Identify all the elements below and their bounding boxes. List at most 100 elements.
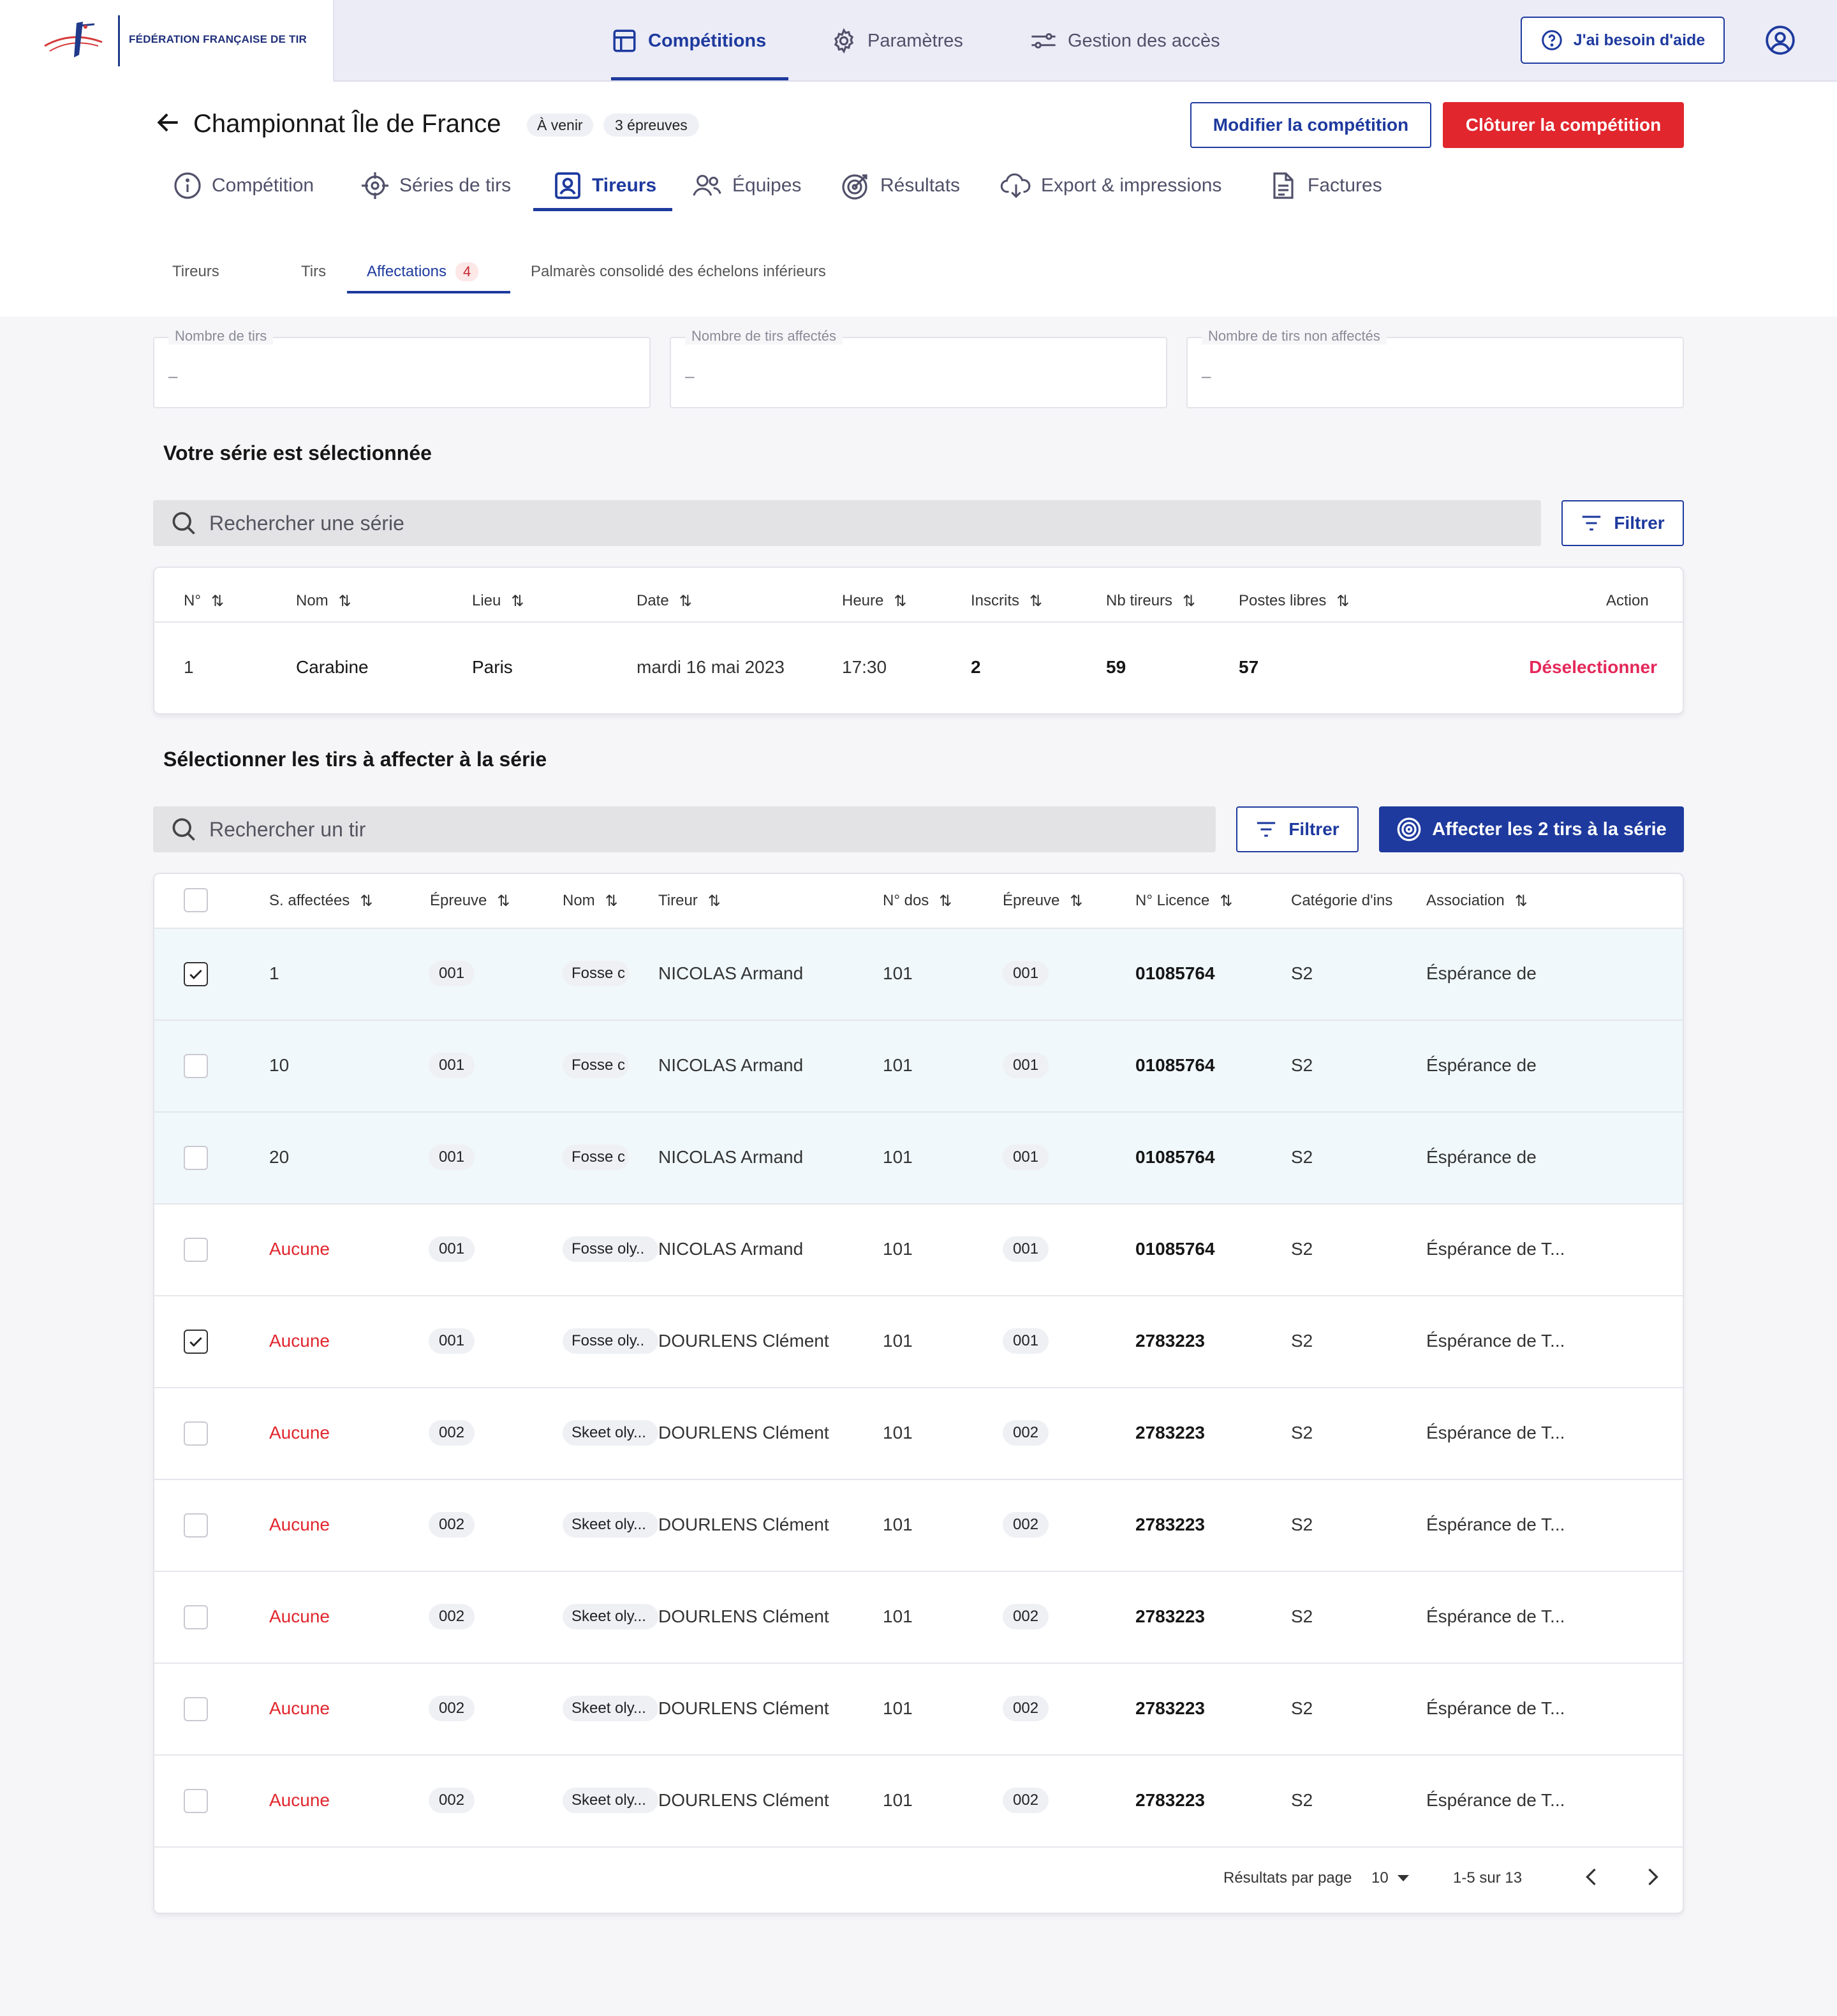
- series-filter-button[interactable]: Filtrer: [1561, 500, 1684, 546]
- kpi-value: –: [168, 366, 178, 385]
- assign-tirs-button[interactable]: Affecter les 2 tirs à la série: [1379, 806, 1684, 852]
- chevron-right-icon[interactable]: [1641, 1865, 1664, 1888]
- col-header-categorie[interactable]: Catégorie d'ins: [1291, 887, 1397, 915]
- row-checkbox[interactable]: [184, 1330, 208, 1354]
- topnav-active-indicator: [611, 77, 788, 80]
- brand-logo[interactable]: FÉDÉRATION FRANÇAISE DE TIR: [0, 0, 334, 82]
- table-row[interactable]: Aucune 001 Fosse oly.. NICOLAS Armand 101 001…: [154, 1203, 1683, 1295]
- cell-categorie: S2: [1291, 963, 1313, 983]
- col-label: N°: [184, 592, 201, 609]
- row-checkbox[interactable]: [184, 962, 208, 986]
- col-header-heure[interactable]: Heure ⇅: [842, 587, 906, 615]
- col-header-date[interactable]: Date ⇅: [637, 587, 692, 615]
- sort-icon: ⇅: [894, 592, 907, 610]
- col-header-licence[interactable]: N° Licence ⇅: [1135, 887, 1232, 915]
- col-header-nom[interactable]: Nom ⇅: [563, 887, 618, 915]
- subtab-palmares[interactable]: Palmarès consolidé des échelons inférieu…: [531, 253, 826, 291]
- table-row[interactable]: 20 001 Fosse c NICOLAS Armand 101 001 01085764…: [154, 1111, 1683, 1203]
- help-button[interactable]: J'ai besoin d'aide: [1521, 17, 1725, 64]
- cell-nb-tireurs: 59: [1106, 657, 1126, 677]
- col-header-numero[interactable]: N° ⇅: [184, 587, 224, 615]
- modify-competition-button[interactable]: Modifier la compétition: [1190, 102, 1431, 148]
- epreuve-badge: 002: [429, 1604, 475, 1629]
- col-header-tireur[interactable]: Tireur ⇅: [658, 887, 721, 915]
- col-header-nom[interactable]: Nom ⇅: [296, 587, 351, 615]
- table-row[interactable]: Aucune 002 Skeet oly... DOURLENS Clément 101…: [154, 1663, 1683, 1754]
- row-checkbox[interactable]: [184, 1605, 208, 1629]
- tab-series-de-tirs[interactable]: Séries de tirs: [360, 159, 511, 212]
- chevron-left-icon[interactable]: [1581, 1865, 1604, 1888]
- cell-n-dos: 101: [883, 1147, 913, 1167]
- tab-equipes[interactable]: Équipes: [691, 159, 801, 212]
- col-label: Épreuve: [430, 892, 487, 909]
- col-header-n-dos[interactable]: N° dos ⇅: [883, 887, 952, 915]
- per-page-select[interactable]: 10: [1371, 1869, 1410, 1887]
- tirs-search-input[interactable]: Rechercher un tir: [153, 806, 1216, 852]
- col-header-s-affectees[interactable]: S. affectées ⇅: [269, 887, 373, 915]
- tirs-filter-button[interactable]: Filtrer: [1236, 806, 1359, 852]
- row-checkbox[interactable]: [184, 1054, 208, 1078]
- subtab-tireurs[interactable]: Tireurs: [172, 253, 219, 291]
- table-row[interactable]: Aucune 002 Skeet oly... DOURLENS Clément 101…: [154, 1387, 1683, 1479]
- cell-association: Éspérance de T...: [1426, 1515, 1565, 1534]
- col-label: S. affectées: [269, 892, 350, 909]
- kpi-value: –: [685, 366, 695, 385]
- tab-factures[interactable]: Factures: [1268, 159, 1382, 212]
- row-checkbox[interactable]: [184, 1697, 208, 1721]
- row-checkbox[interactable]: [184, 1238, 208, 1262]
- document-icon: [1273, 172, 1294, 199]
- row-checkbox[interactable]: [184, 1513, 208, 1538]
- tab-competition[interactable]: Compétition: [172, 159, 314, 212]
- epreuve-name-badge: Skeet oly...: [563, 1604, 658, 1629]
- col-header-postes-libres[interactable]: Postes libres ⇅: [1239, 587, 1350, 615]
- close-competition-button[interactable]: Clôturer la compétition: [1443, 102, 1684, 148]
- series-search-input[interactable]: Rechercher une série: [153, 500, 1541, 546]
- sort-icon: ⇅: [707, 892, 721, 910]
- table-row[interactable]: Aucune 001 Fosse oly.. DOURLENS Clément 101 0…: [154, 1295, 1683, 1387]
- user-badge-icon: [555, 172, 580, 199]
- col-label: Date: [637, 592, 669, 609]
- epreuve-badge: 002: [429, 1788, 475, 1813]
- logo-separator: [118, 15, 120, 66]
- cell-n-dos: 101: [883, 1055, 913, 1075]
- row-checkbox[interactable]: [184, 1789, 208, 1813]
- user-account-icon[interactable]: [1764, 24, 1796, 56]
- topnav-competitions[interactable]: Compétitions: [611, 0, 766, 82]
- sort-icon: ⇅: [605, 892, 618, 910]
- table-row[interactable]: 1 001 Fosse c NICOLAS Armand 101 001 01085764 S…: [154, 928, 1683, 1019]
- tab-export-impressions[interactable]: Export & impressions: [1000, 159, 1221, 212]
- col-label: Postes libres: [1239, 592, 1327, 609]
- subtab-affectations[interactable]: Affectations 4: [367, 253, 479, 291]
- col-header-epreuve[interactable]: Épreuve ⇅: [430, 887, 510, 915]
- cell-association: Éspérance de T...: [1426, 1606, 1565, 1626]
- table-row[interactable]: Aucune 002 Skeet oly... DOURLENS Clément 101…: [154, 1479, 1683, 1571]
- table-row[interactable]: Aucune 002 Skeet oly... DOURLENS Clément 101…: [154, 1754, 1683, 1846]
- col-header-inscrits[interactable]: Inscrits ⇅: [971, 587, 1042, 615]
- col-header-lieu[interactable]: Lieu ⇅: [472, 587, 524, 615]
- col-header-association[interactable]: Association ⇅: [1426, 887, 1528, 915]
- tab-label: Export & impressions: [1041, 175, 1222, 196]
- tab-tireurs[interactable]: Tireurs: [552, 159, 656, 212]
- col-header-nb-tireurs[interactable]: Nb tireurs ⇅: [1106, 587, 1195, 615]
- subtab-tirs[interactable]: Tirs: [301, 253, 326, 291]
- col-header-epreuve-2[interactable]: Épreuve ⇅: [1003, 887, 1083, 915]
- gear-icon: [834, 28, 854, 54]
- selected-series-title: Votre série est sélectionnée: [163, 441, 432, 464]
- tab-label: Équipes: [732, 175, 802, 196]
- table-row[interactable]: Aucune 002 Skeet oly... DOURLENS Clément 101…: [154, 1571, 1683, 1663]
- table-row[interactable]: 10 001 Fosse c NICOLAS Armand 101 001 01085764…: [154, 1019, 1683, 1111]
- sort-icon: ⇅: [497, 892, 510, 910]
- selected-series-table: N° ⇅ Nom ⇅ Lieu ⇅ Date ⇅ Heure ⇅ Inscrits ⇅ Nb…: [153, 567, 1684, 715]
- deselect-series-link[interactable]: Déselectionner: [1529, 657, 1657, 678]
- cell-licence: 01085764: [1135, 1239, 1215, 1259]
- cell-licence: 2783223: [1135, 1423, 1206, 1442]
- row-checkbox[interactable]: [184, 1421, 208, 1446]
- row-checkbox[interactable]: [184, 1146, 208, 1170]
- epreuve-badge: 002: [1003, 1788, 1049, 1813]
- topnav-gestion-acces[interactable]: Gestion des accès: [1029, 0, 1220, 82]
- topnav-parametres[interactable]: Paramètres: [830, 0, 963, 82]
- select-all-checkbox[interactable]: [184, 888, 208, 912]
- back-arrow-icon[interactable]: [154, 108, 182, 137]
- tab-resultats[interactable]: Résultats: [841, 159, 960, 212]
- sort-icon: ⇅: [1514, 892, 1528, 910]
